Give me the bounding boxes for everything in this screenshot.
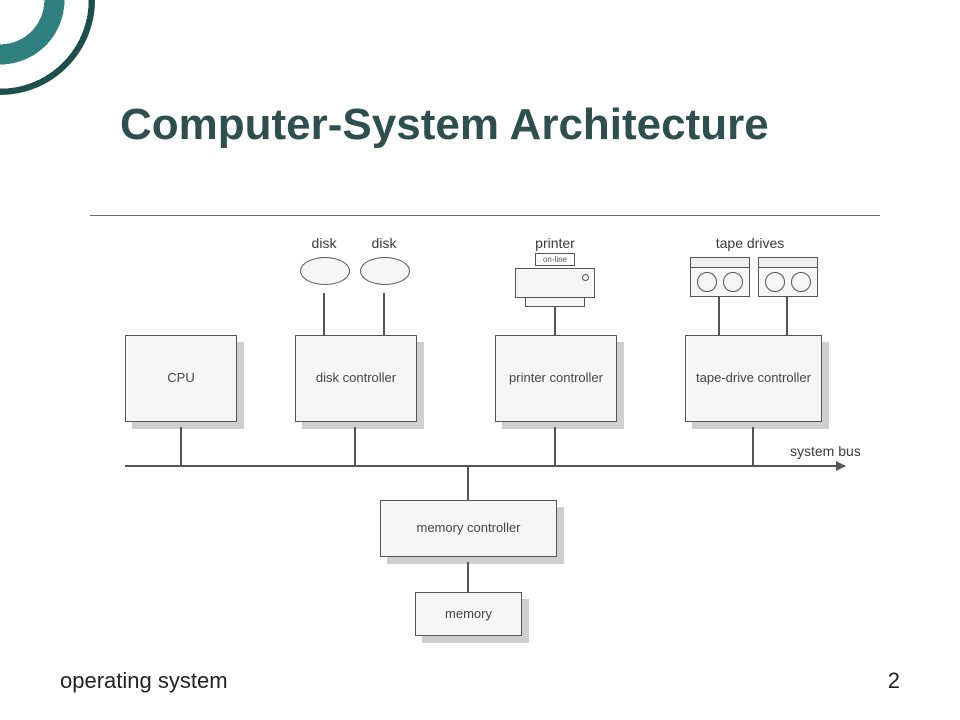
- box-memory-controller-label: memory controller: [416, 520, 520, 536]
- connector-tapectrl-bus: [752, 427, 754, 465]
- label-tape-drives: tape drives: [685, 235, 815, 251]
- decorative-circles: [0, 0, 95, 95]
- connector-diskctrl-bus: [354, 427, 356, 465]
- page-number: 2: [888, 668, 900, 694]
- box-cpu-label: CPU: [167, 370, 194, 386]
- connector-disk1: [323, 293, 325, 335]
- connector-printerctrl-bus: [554, 427, 556, 465]
- label-system-bus: system bus: [790, 443, 880, 459]
- connector-printer: [554, 307, 556, 335]
- slide-title: Computer-System Architecture: [120, 100, 769, 150]
- printer-icon: on-line: [515, 253, 595, 307]
- connector-tape2: [786, 297, 788, 335]
- architecture-diagram: disk disk printer tape drives on-line CP…: [110, 235, 870, 635]
- connector-cpu-bus: [180, 427, 182, 465]
- box-tape-controller-label: tape-drive controller: [696, 370, 811, 386]
- disk-icon-2: [360, 257, 410, 285]
- label-disk-2: disk: [360, 235, 408, 251]
- connector-bus-memctrl: [467, 467, 469, 500]
- tape-drive-icon-2: [758, 257, 818, 297]
- label-disk-1: disk: [300, 235, 348, 251]
- box-memory-controller: memory controller: [380, 500, 557, 557]
- connector-memctrl-memory: [467, 562, 469, 592]
- system-bus-line: [125, 465, 845, 467]
- footer-text: operating system: [60, 668, 228, 694]
- disk-icon-1: [300, 257, 350, 285]
- title-underline: [90, 215, 880, 216]
- box-memory-label: memory: [445, 606, 492, 622]
- tape-drive-icon-1: [690, 257, 750, 297]
- connector-tape1: [718, 297, 720, 335]
- box-printer-controller-label: printer controller: [509, 370, 603, 386]
- box-disk-controller-label: disk controller: [316, 370, 396, 386]
- box-cpu: CPU: [125, 335, 237, 422]
- box-disk-controller: disk controller: [295, 335, 417, 422]
- box-memory: memory: [415, 592, 522, 636]
- connector-disk2: [383, 293, 385, 335]
- printer-display: on-line: [535, 253, 575, 266]
- label-printer: printer: [515, 235, 595, 251]
- bus-arrow-left: [836, 461, 846, 471]
- box-tape-controller: tape-drive controller: [685, 335, 822, 422]
- box-printer-controller: printer controller: [495, 335, 617, 422]
